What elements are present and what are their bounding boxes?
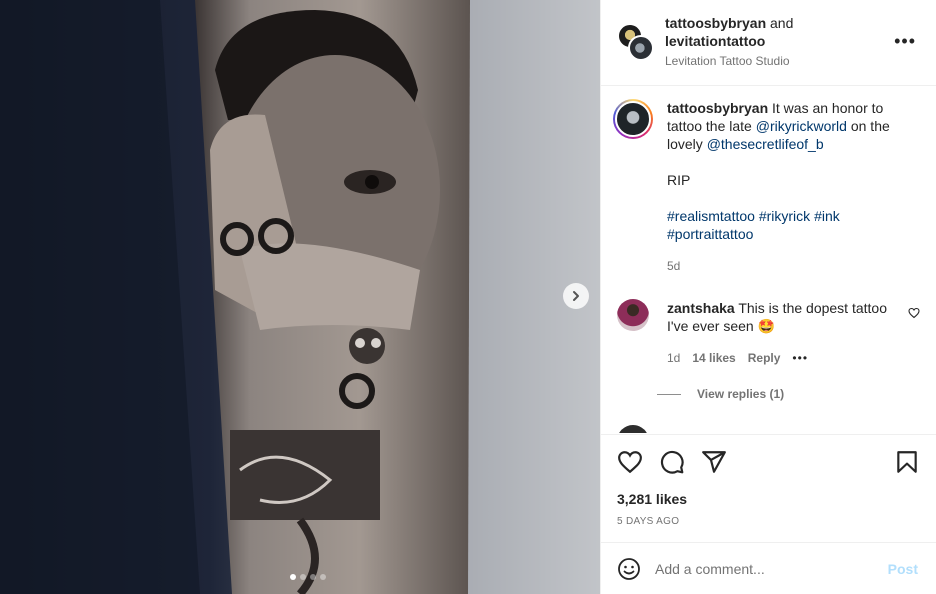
comment-icon[interactable] (659, 449, 685, 475)
caption-age[interactable]: 5d (667, 257, 905, 275)
comment-input[interactable] (655, 558, 875, 580)
location-link[interactable]: Levitation Tattoo Studio (665, 54, 790, 68)
carousel-dot (310, 574, 316, 580)
carousel-dot (320, 574, 326, 580)
view-replies-button[interactable]: View replies (1) (657, 387, 784, 401)
reply-button[interactable]: Reply (748, 349, 781, 367)
post-header: tattoosbybryan and levitationtattoo Levi… (601, 0, 936, 86)
view-replies-label: View replies (1) (697, 387, 785, 401)
heart-icon[interactable] (908, 307, 920, 319)
comment-likes[interactable]: 14 likes (692, 349, 735, 367)
comment-username[interactable]: zantshaka (667, 300, 735, 316)
collab-usernames: tattoosbybryan and levitationtattoo (665, 14, 793, 50)
carousel-dot (290, 574, 296, 580)
carousel-indicator (290, 574, 326, 580)
tattoo-photo (0, 0, 600, 594)
caption-username[interactable]: tattoosbybryan (667, 100, 768, 116)
collab-avatars[interactable] (617, 23, 654, 61)
post-time[interactable]: 5 DAYS AGO (617, 516, 679, 527)
and-label: and (770, 15, 794, 31)
bookmark-icon[interactable] (894, 449, 920, 475)
carousel-dot (300, 574, 306, 580)
hashtag-link[interactable]: #realismtattoo (667, 208, 755, 224)
hashtag-link[interactable]: #ink (814, 208, 840, 224)
comment-meta: 1d 14 likes Reply ••• (667, 349, 905, 367)
add-comment-bar: Post (601, 542, 936, 594)
action-icons (617, 449, 727, 475)
hashtag-list: #realismtattoo #rikyrick #ink #portraitt… (667, 207, 905, 243)
emoji: 🤩 (757, 318, 776, 334)
avatar[interactable] (617, 299, 649, 331)
post-side-panel: tattoosbybryan and levitationtattoo Levi… (600, 0, 936, 594)
share-icon[interactable] (701, 449, 727, 475)
comment-text: zantshaka This is the dopest tattoo I've… (667, 299, 905, 367)
mention-link[interactable]: @rikyrickworld (756, 118, 847, 134)
avatar[interactable] (617, 425, 649, 433)
username-link[interactable]: tattoosbybryan (665, 15, 766, 31)
avatar (628, 35, 654, 61)
emoji-icon[interactable] (617, 557, 641, 581)
caption-text: tattoosbybryan It was an honor to tattoo… (667, 99, 905, 275)
story-ring[interactable] (613, 99, 653, 139)
caption-rip: RIP (667, 172, 691, 188)
likes-count[interactable]: 3,281 likes (617, 491, 687, 507)
heart-icon[interactable] (617, 449, 643, 475)
comment-more-icon[interactable]: ••• (792, 349, 808, 367)
post-photo[interactable] (0, 0, 600, 594)
post-actions: 3,281 likes 5 DAYS AGO (601, 434, 936, 542)
mention-link[interactable]: @thesecretlifeof_b (707, 136, 824, 152)
comments-list[interactable]: tattoosbybryan It was an honor to tattoo… (601, 87, 936, 433)
post-button[interactable]: Post (888, 561, 918, 577)
avatar (615, 101, 651, 137)
comment-item: zantshaka This is the dopest tattoo I've… (613, 299, 924, 379)
username-link[interactable]: levitationtattoo (665, 33, 765, 49)
divider (657, 393, 681, 395)
next-slide-button[interactable] (563, 283, 589, 309)
post-modal: tattoosbybryan and levitationtattoo Levi… (0, 0, 936, 594)
chevron-right-icon (573, 291, 579, 301)
hashtag-link[interactable]: #portraittattoo (667, 226, 753, 242)
comment-age[interactable]: 1d (667, 349, 680, 367)
more-options-icon[interactable]: ••• (894, 31, 916, 52)
hashtag-link[interactable]: #rikyrick (759, 208, 810, 224)
